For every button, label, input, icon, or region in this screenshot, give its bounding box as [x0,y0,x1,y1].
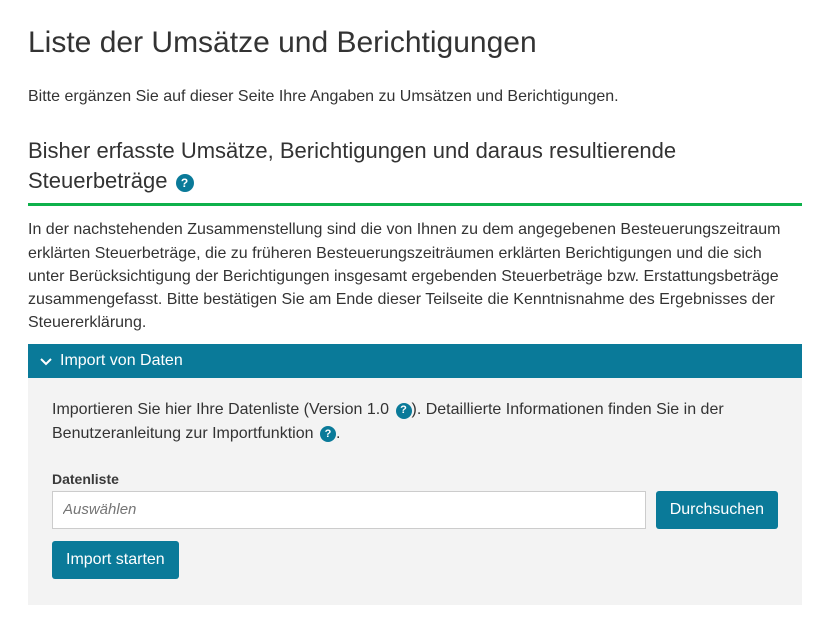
import-desc-post: . [336,425,340,442]
datalist-label: Datenliste [52,471,778,487]
section-heading-text: Bisher erfasste Umsätze, Berichtigungen … [28,138,676,193]
import-desc-pre: Importieren Sie hier Ihre Datenliste (Ve… [52,401,394,418]
help-icon[interactable]: ? [396,403,412,419]
import-panel-header[interactable]: Import von Daten [28,344,802,378]
import-panel-title: Import von Daten [60,352,183,370]
datalist-input[interactable] [52,491,646,529]
section-summary: In der nachstehenden Zusammenstellung si… [28,218,802,334]
page-intro: Bitte ergänzen Sie auf dieser Seite Ihre… [28,88,802,106]
import-panel-body: Importieren Sie hier Ihre Datenliste (Ve… [28,378,802,604]
help-icon[interactable]: ? [320,426,336,442]
chevron-down-icon [40,355,52,367]
browse-button[interactable]: Durchsuchen [656,491,778,529]
section-heading: Bisher erfasste Umsätze, Berichtigungen … [28,136,802,203]
page-title: Liste der Umsätze und Berichtigungen [28,26,802,60]
help-icon[interactable]: ? [176,174,194,192]
start-import-button[interactable]: Import starten [52,541,179,579]
import-description: Importieren Sie hier Ihre Datenliste (Ve… [52,398,778,444]
